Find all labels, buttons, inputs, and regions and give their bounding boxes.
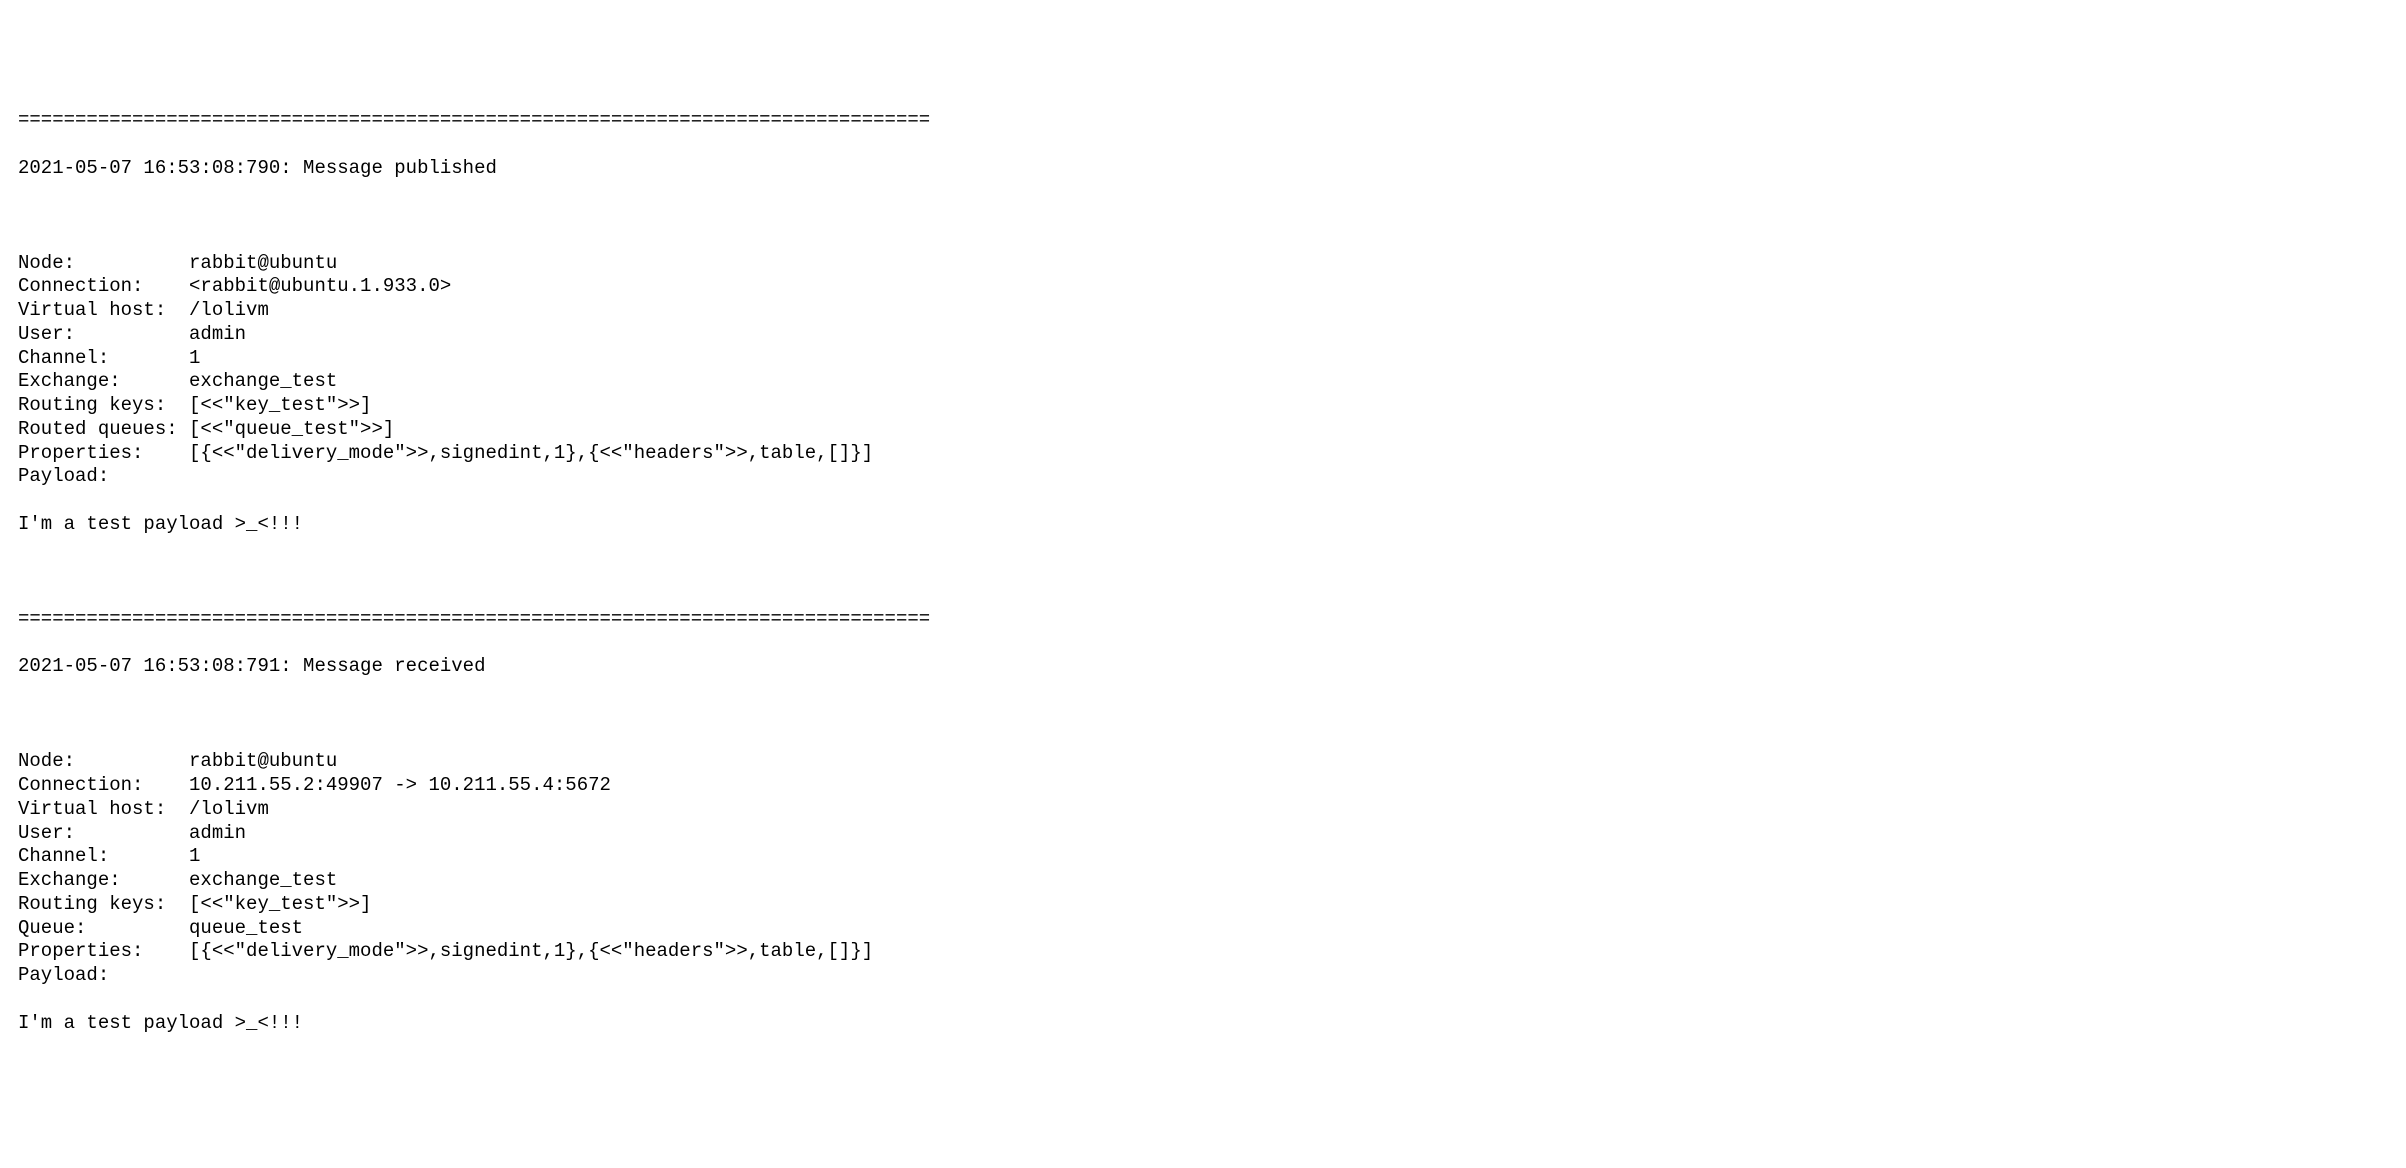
log-field-line: Routing keys: [<<"key_test">>] [18,893,2388,917]
log-field-line: Virtual host: /lolivm [18,798,2388,822]
log-field-line: Connection: 10.211.55.2:49907 -> 10.211.… [18,774,2388,798]
payload-body-published: I'm a test payload >_<!!! [18,513,2388,537]
log-field-line: User: admin [18,822,2388,846]
log-field-line: Routed queues: [<<"queue_test">>] [18,418,2388,442]
log-field-line: Properties: [{<<"delivery_mode">>,signed… [18,442,2388,466]
log-field-line: Virtual host: /lolivm [18,299,2388,323]
log-field-line: User: admin [18,323,2388,347]
log-field-line: Channel: 1 [18,347,2388,371]
separator-line: ========================================… [18,608,2388,632]
log-field-line: Node: rabbit@ubuntu [18,252,2388,276]
log-field-line: Exchange: exchange_test [18,370,2388,394]
blank-line [18,703,2388,727]
payload-body-received: I'm a test payload >_<!!! [18,1012,2388,1036]
log-field-line: Queue: queue_test [18,917,2388,941]
log-block-received: Node: rabbit@ubuntuConnection: 10.211.55… [18,750,2388,988]
blank-line [18,204,2388,228]
log-header-published: 2021-05-07 16:53:08:790: Message publish… [18,157,2388,181]
blank-line [18,560,2388,584]
log-field-line: Payload: [18,964,2388,988]
log-header-received: 2021-05-07 16:53:08:791: Message receive… [18,655,2388,679]
log-field-line: Properties: [{<<"delivery_mode">>,signed… [18,940,2388,964]
log-field-line: Node: rabbit@ubuntu [18,750,2388,774]
log-block-published: Node: rabbit@ubuntuConnection: <rabbit@u… [18,252,2388,490]
separator-line: ========================================… [18,109,2388,133]
log-field-line: Routing keys: [<<"key_test">>] [18,394,2388,418]
log-field-line: Payload: [18,465,2388,489]
log-field-line: Exchange: exchange_test [18,869,2388,893]
log-field-line: Channel: 1 [18,845,2388,869]
log-field-line: Connection: <rabbit@ubuntu.1.933.0> [18,275,2388,299]
